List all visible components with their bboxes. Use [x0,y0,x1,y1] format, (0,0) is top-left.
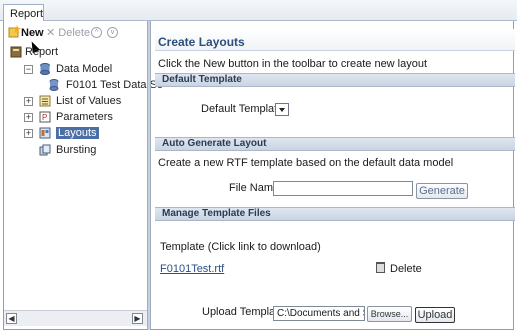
page-title: Create Layouts [155,29,515,51]
tab-strip: Report [0,0,517,22]
create-layouts-panel: Create Layouts Click the New button in t… [155,29,515,330]
delete-template-label[interactable]: Delete [390,263,422,275]
section-manage-templates: Manage Template Files [155,207,515,221]
tree-item-data-model[interactable]: − Data Model [24,62,112,77]
delete-button-label: Delete [58,27,91,39]
move-down-icon[interactable]: v [107,27,118,38]
tree-toolbar: New ✕ Delete ^ v [4,23,147,41]
default-template-label: Default Template [201,103,284,115]
expand-icon[interactable]: + [24,129,33,138]
tree-item-list-of-values[interactable]: + List of Values [24,94,121,109]
database-icon [40,63,50,75]
horizontal-scrollbar[interactable]: ◀ ▶ [4,310,147,326]
tree-item-label: Layouts [56,127,99,139]
generate-button[interactable]: Generate [416,183,468,199]
tree-item-data-set[interactable]: F0101 Test Data Se [48,78,163,93]
tree-item-label: Parameters [56,111,113,123]
parameters-icon: P [39,111,51,123]
tree-item-bursting[interactable]: Bursting [39,143,96,158]
template-caption: Template (Click link to download) [160,241,321,253]
list-icon [39,95,51,107]
file-name-label: File Name [229,182,280,194]
tree-root-report[interactable]: Report [10,45,58,60]
tree-item-label: Data Model [56,63,113,75]
tree-item-label: Bursting [56,144,97,156]
delete-x-icon: ✕ [46,27,56,39]
collapse-icon[interactable]: − [24,65,33,74]
browse-button[interactable]: Browse... [367,306,412,322]
trash-icon[interactable] [376,262,385,273]
data-set-icon [49,79,59,91]
section-auto-generate: Auto Generate Layout [155,137,515,151]
file-name-input[interactable] [273,181,413,196]
layouts-icon [39,127,51,139]
tree-item-layouts[interactable]: + Layouts [24,126,99,141]
upload-path-input[interactable]: C:\Documents and Sett [273,306,365,321]
bursting-icon [39,144,51,156]
upload-button[interactable]: Upload [415,307,455,323]
layout-tree-pane: New ✕ Delete ^ v Report − Data Model F01… [4,21,163,310]
default-template-select[interactable] [275,103,289,116]
instruction-text: Click the New button in the toolbar to c… [158,58,428,70]
tree-item-label: List of Values [56,95,122,107]
new-icon [8,25,21,38]
new-button-label: New [21,27,44,39]
scroll-right-icon[interactable]: ▶ [132,313,143,324]
section-default-template: Default Template [155,73,515,87]
new-button[interactable]: New [8,25,44,41]
tree-root-label: Report [25,46,59,58]
delete-button[interactable]: ✕ Delete [46,25,90,41]
svg-text:P: P [42,113,47,122]
tab-report[interactable]: Report [3,4,44,22]
expand-icon[interactable]: + [24,113,33,122]
scroll-left-icon[interactable]: ◀ [6,313,17,324]
move-up-icon[interactable]: ^ [91,27,102,38]
expand-icon[interactable]: + [24,97,33,106]
auto-generate-description: Create a new RTF template based on the d… [158,157,454,169]
editor-frame: New ✕ Delete ^ v Report − Data Model F01… [3,21,515,330]
pane-splitter[interactable] [147,21,151,330]
tree-item-parameters[interactable]: + P Parameters [24,110,113,125]
template-file-link[interactable]: F0101Test.rtf [160,263,224,275]
report-icon [10,46,22,58]
